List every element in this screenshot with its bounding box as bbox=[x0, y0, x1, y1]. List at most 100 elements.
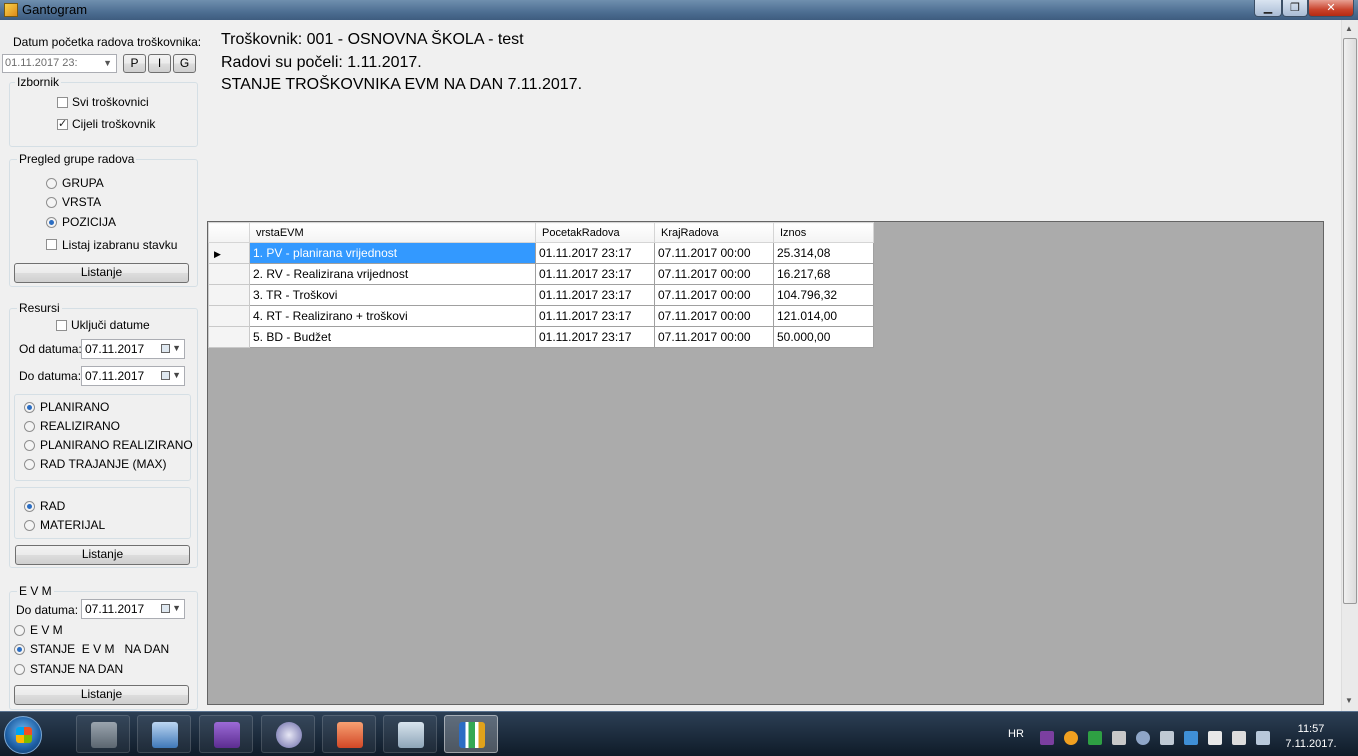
chevron-down-icon: ▼ bbox=[103, 58, 112, 68]
vertical-scrollbar[interactable]: ▲ ▼ bbox=[1341, 20, 1358, 711]
row-selector[interactable] bbox=[208, 263, 250, 285]
cijeli-troskovnik-checkbox[interactable] bbox=[57, 117, 68, 130]
cell-krajradova[interactable]: 07.11.2017 00:00 bbox=[654, 284, 774, 306]
minimize-button[interactable]: ▁ bbox=[1254, 0, 1282, 17]
cell-krajradova[interactable]: 07.11.2017 00:00 bbox=[654, 326, 774, 348]
ukljuci-datume-checkbox[interactable] bbox=[56, 320, 67, 331]
rad-trajanje-radio[interactable] bbox=[24, 459, 35, 470]
pozicija-radio[interactable] bbox=[46, 217, 57, 228]
taskbar-app-server-manager[interactable] bbox=[76, 715, 130, 753]
volume-icon[interactable] bbox=[1232, 731, 1246, 745]
close-button[interactable]: ✕ bbox=[1308, 0, 1354, 17]
cell-vrstaevm[interactable]: 3. TR - Troškovi bbox=[249, 284, 536, 306]
column-header-pocetakradova[interactable]: PocetakRadova bbox=[535, 222, 655, 243]
table-row[interactable]: ▶ 1. PV - planirana vrijednost 01.11.201… bbox=[208, 242, 874, 264]
start-date-combo[interactable]: 01.11.2017 23: ▼ bbox=[2, 54, 117, 73]
column-header-iznos[interactable]: Iznos bbox=[773, 222, 874, 243]
check-icon[interactable] bbox=[1088, 731, 1102, 745]
column-header-krajradova[interactable]: KrajRadova bbox=[654, 222, 774, 243]
taskbar-app-gantogram[interactable] bbox=[444, 715, 498, 753]
cell-pocetakradova[interactable]: 01.11.2017 23:17 bbox=[535, 326, 655, 348]
stanje-na-dan-label: STANJE NA DAN bbox=[30, 662, 124, 676]
g-button[interactable]: G bbox=[173, 54, 196, 73]
maximize-button[interactable]: ❐ bbox=[1282, 0, 1308, 17]
row-selector[interactable]: ▶ bbox=[208, 242, 250, 264]
listaj-checkbox[interactable] bbox=[46, 239, 57, 250]
scroll-up-icon[interactable]: ▲ bbox=[1345, 24, 1353, 33]
listanje-button-pregled[interactable]: Listanje bbox=[14, 263, 189, 283]
cell-iznos[interactable]: 16.217,68 bbox=[773, 263, 874, 285]
taskbar-app-windows-server[interactable] bbox=[383, 715, 437, 753]
cell-vrstaevm[interactable]: 1. PV - planirana vrijednost bbox=[249, 242, 536, 264]
update-icon[interactable] bbox=[1064, 731, 1078, 745]
cell-krajradova[interactable]: 07.11.2017 00:00 bbox=[654, 263, 774, 285]
row-selector[interactable] bbox=[208, 284, 250, 306]
cell-pocetakradova[interactable]: 01.11.2017 23:17 bbox=[535, 284, 655, 306]
chevron-down-icon: ▼ bbox=[172, 370, 181, 380]
sync-icon[interactable] bbox=[1136, 731, 1150, 745]
od-datuma-label: Od datuma: bbox=[19, 342, 82, 356]
taskbar-app-visual-studio[interactable] bbox=[199, 715, 253, 753]
stanje-evm-label: STANJE E V M NA DAN bbox=[30, 642, 170, 656]
do-datuma-picker[interactable]: 07.11.2017 ▼ bbox=[81, 366, 185, 386]
cell-iznos[interactable]: 104.796,32 bbox=[773, 284, 874, 306]
cell-vrstaevm[interactable]: 5. BD - Budžet bbox=[249, 326, 536, 348]
clock[interactable]: 11:57 7.11.2017. bbox=[1280, 722, 1342, 752]
start-button[interactable] bbox=[4, 716, 42, 754]
od-datuma-value: 07.11.2017 bbox=[85, 342, 145, 356]
cell-vrstaevm[interactable]: 4. RT - Realizirano + troškovi bbox=[249, 305, 536, 327]
scrollbar-thumb[interactable] bbox=[1343, 38, 1357, 604]
planirano-realizirano-radio[interactable] bbox=[24, 440, 35, 451]
onenote-icon[interactable] bbox=[1040, 731, 1054, 745]
taskbar-app-network[interactable] bbox=[137, 715, 191, 753]
do-datuma-label: Do datuma: bbox=[19, 369, 82, 383]
planirano-radio[interactable] bbox=[24, 402, 35, 413]
realizirano-radio[interactable] bbox=[24, 421, 35, 432]
od-datuma-picker[interactable]: 07.11.2017 ▼ bbox=[81, 339, 185, 359]
skype-icon[interactable] bbox=[1184, 731, 1198, 745]
flag-icon[interactable] bbox=[1208, 731, 1222, 745]
column-header-vrstaevm[interactable]: vrstaEVM bbox=[249, 222, 536, 243]
cell-vrstaevm[interactable]: 2. RV - Realizirana vrijednost bbox=[249, 263, 536, 285]
evm-do-datuma-picker[interactable]: 07.11.2017 ▼ bbox=[81, 599, 185, 619]
listanje-button-evm[interactable]: Listanje bbox=[14, 685, 189, 705]
cell-iznos[interactable]: 121.014,00 bbox=[773, 305, 874, 327]
cell-iznos[interactable]: 25.314,08 bbox=[773, 242, 874, 264]
stanje-na-dan-radio[interactable] bbox=[14, 664, 25, 675]
table-row[interactable]: 2. RV - Realizirana vrijednost 01.11.201… bbox=[208, 263, 874, 285]
rad-radio[interactable] bbox=[24, 501, 35, 512]
taskbar-app-media[interactable] bbox=[261, 715, 315, 753]
calendar-icon bbox=[161, 344, 170, 353]
listanje-button-resursi[interactable]: Listanje bbox=[15, 545, 190, 565]
vrsta-radio[interactable] bbox=[46, 197, 57, 208]
language-indicator[interactable]: HR bbox=[1008, 728, 1024, 740]
taskbar-app-powerpoint[interactable] bbox=[322, 715, 376, 753]
cell-pocetakradova[interactable]: 01.11.2017 23:17 bbox=[535, 263, 655, 285]
dropbox-icon[interactable] bbox=[1112, 731, 1126, 745]
start-date-label: Datum početka radova troškovnika: bbox=[13, 35, 202, 49]
display-icon[interactable] bbox=[1256, 731, 1270, 745]
row-selector[interactable] bbox=[208, 326, 250, 348]
pregled-title: Pregled grupe radova bbox=[17, 152, 137, 166]
cell-pocetakradova[interactable]: 01.11.2017 23:17 bbox=[535, 305, 655, 327]
materijal-radio[interactable] bbox=[24, 520, 35, 531]
cell-krajradova[interactable]: 07.11.2017 00:00 bbox=[654, 242, 774, 264]
evm-radio[interactable] bbox=[14, 625, 25, 636]
network-icon[interactable] bbox=[1160, 731, 1174, 745]
table-row[interactable]: 4. RT - Realizirano + troškovi 01.11.201… bbox=[208, 305, 874, 327]
table-row[interactable]: 5. BD - Budžet 01.11.2017 23:17 07.11.20… bbox=[208, 326, 874, 348]
cell-pocetakradova[interactable]: 01.11.2017 23:17 bbox=[535, 242, 655, 264]
table-row[interactable]: 3. TR - Troškovi 01.11.2017 23:17 07.11.… bbox=[208, 284, 874, 306]
materijal-label: MATERIJAL bbox=[40, 518, 106, 532]
cell-iznos[interactable]: 50.000,00 bbox=[773, 326, 874, 348]
media-player-icon bbox=[276, 722, 302, 748]
grupa-radio[interactable] bbox=[46, 178, 57, 189]
scroll-down-icon[interactable]: ▼ bbox=[1345, 696, 1353, 705]
pozicija-label: POZICIJA bbox=[62, 215, 117, 229]
p-button[interactable]: P bbox=[123, 54, 146, 73]
stanje-evm-radio[interactable] bbox=[14, 644, 25, 655]
cell-krajradova[interactable]: 07.11.2017 00:00 bbox=[654, 305, 774, 327]
svi-troskovnici-checkbox[interactable] bbox=[57, 97, 68, 108]
i-button[interactable]: I bbox=[148, 54, 171, 73]
row-selector[interactable] bbox=[208, 305, 250, 327]
